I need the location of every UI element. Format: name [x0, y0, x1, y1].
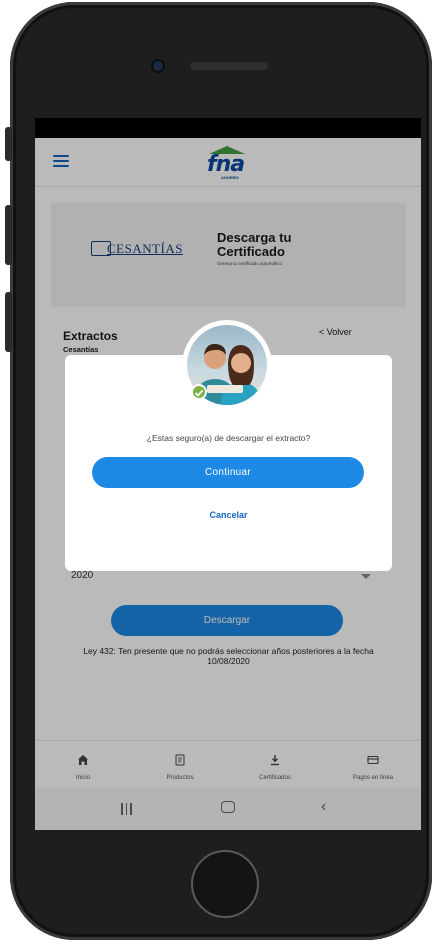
front-camera	[153, 61, 163, 71]
dialog-avatar	[182, 320, 272, 410]
phone-mute-switch	[5, 127, 12, 161]
earpiece-speaker	[190, 62, 268, 70]
continue-button[interactable]: Continuar	[92, 457, 364, 488]
phone-screen: fna AHORRO CESANTÍAS Descarga tu Certifi…	[35, 118, 421, 830]
phone-volume-up-button	[5, 205, 12, 265]
check-badge-icon	[191, 384, 207, 400]
status-bar	[35, 118, 421, 138]
phone-volume-down-button	[5, 292, 12, 352]
phone-home-button[interactable]	[191, 850, 259, 918]
dialog-question: ¿Estas seguro(a) de descargar el extract…	[146, 433, 311, 443]
cancel-button[interactable]: Cancelar	[65, 510, 392, 520]
app-viewport: fna AHORRO CESANTÍAS Descarga tu Certifi…	[35, 138, 421, 830]
